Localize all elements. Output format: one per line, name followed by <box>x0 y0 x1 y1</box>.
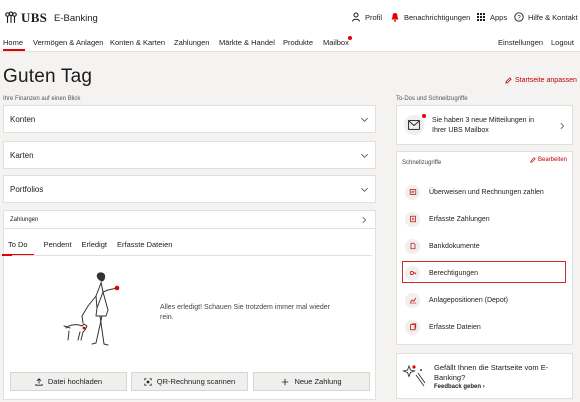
nav-payments[interactable]: Zahlungen <box>174 38 209 47</box>
payments-title: Zahlungen <box>10 217 39 223</box>
help-link[interactable]: ? Hilfe & Kontakt <box>514 12 578 22</box>
quick-link-bank-documents[interactable]: Bankdokumente <box>405 236 565 256</box>
quick-access-title: Schnellzugriffe <box>402 160 442 166</box>
ubs-keys-icon <box>5 11 17 23</box>
tab-pending[interactable]: Pendent <box>44 240 72 256</box>
unread-dot <box>422 114 426 118</box>
quick-link-label: Überweisen und Rechnungen zahlen <box>429 188 544 196</box>
selection-highlight <box>402 261 566 283</box>
bell-icon <box>391 13 399 22</box>
feedback-link-label: Feedback geben <box>434 384 482 390</box>
quick-link-positions[interactable]: Anlagepositionen (Depot) <box>405 290 565 310</box>
apps-link[interactable]: Apps <box>476 12 507 22</box>
question-circle-icon: ? <box>514 12 524 22</box>
mail-icon-wrapper <box>404 115 424 135</box>
qr-scan-icon <box>144 377 152 386</box>
grid-icon <box>477 13 485 21</box>
top-bar: UBS E-Banking Profil Benachrichtigungen … <box>0 0 580 52</box>
payments-icon-wrapper <box>405 211 420 227</box>
accounts-accordion[interactable]: Konten <box>3 105 376 133</box>
positions-icon-wrapper <box>405 292 420 308</box>
scan-qr-bill-label: QR-Rechnung scannen <box>156 377 236 386</box>
nav-accounts-cards[interactable]: Konten & Karten <box>110 38 165 47</box>
new-payment-button[interactable]: Neue Zahlung <box>253 372 370 391</box>
payments-header[interactable]: Zahlungen <box>4 211 375 229</box>
files-icon-wrapper <box>405 319 420 335</box>
edit-label: Bearbeiten <box>538 157 568 163</box>
transfer-icon-wrapper <box>405 184 420 200</box>
customize-startpage-link[interactable]: Startseite anpassen <box>505 77 577 84</box>
document-icon <box>410 242 415 250</box>
page-title: Guten Tag <box>3 66 93 87</box>
person-walking-dog-illustration <box>63 272 120 346</box>
feedback-question: Gefällt Ihnen die Startseite vom E-Banki… <box>434 363 549 382</box>
transfer-icon <box>409 189 416 195</box>
chevron-right-icon <box>560 122 565 130</box>
help-label: Hilfe & Kontakt <box>528 12 578 22</box>
notifications-label: Benachrichtigungen <box>404 12 471 22</box>
scan-qr-bill-button[interactable]: QR-Rechnung scannen <box>131 372 248 391</box>
quick-link-transfer[interactable]: Überweisen und Rechnungen zahlen <box>405 182 565 202</box>
chart-line-icon <box>409 297 416 304</box>
nav-settings[interactable]: Einstellungen <box>498 38 543 47</box>
accordion-label: Konten <box>10 115 36 124</box>
brand-name: UBS <box>21 10 48 25</box>
upload-file-label: Datei hochladen <box>47 377 103 386</box>
nav-assets[interactable]: Vermögen & Anlagen <box>33 38 103 47</box>
sparkle-illustration-icon <box>402 364 426 387</box>
upload-icon <box>35 377 43 386</box>
quick-link-label: Erfasste Zahlungen <box>429 215 490 223</box>
accordion-label: Portfolios <box>10 185 44 194</box>
tab-done[interactable]: Erledigt <box>82 240 107 256</box>
active-nav-indicator <box>3 49 25 51</box>
envelope-icon <box>408 120 420 130</box>
notifications-link[interactable]: Benachrichtigungen <box>390 12 470 22</box>
nav-home[interactable]: Home <box>3 38 23 47</box>
person-icon <box>352 12 360 22</box>
quick-link-captured-payments[interactable]: Erfasste Zahlungen <box>405 209 565 229</box>
chevron-right-icon <box>362 216 367 224</box>
customize-label: Startseite anpassen <box>515 77 577 84</box>
new-payment-label: Neue Zahlung <box>294 377 342 386</box>
cards-accordion[interactable]: Karten <box>3 141 376 169</box>
mailbox-badge-dot <box>348 36 352 40</box>
ubs-logo[interactable]: UBS <box>4 10 47 26</box>
documents-icon-wrapper <box>405 238 420 254</box>
mailbox-message: Sie haben 3 neue Mitteilungen in Ihrer U… <box>432 117 534 134</box>
quick-link-captured-files[interactable]: Erfasste Dateien <box>405 317 565 337</box>
todos-caption: To-Dos und Schnellzugriffe <box>396 96 468 102</box>
chevron-down-icon <box>361 117 368 122</box>
portfolios-accordion[interactable]: Portfolios <box>3 175 376 203</box>
profile-label: Profil <box>365 12 383 22</box>
accordion-label: Karten <box>10 151 34 160</box>
nav-logout[interactable]: Logout <box>551 38 574 47</box>
tab-todo[interactable]: To Do <box>2 240 34 256</box>
nav-mailbox[interactable]: Mailbox <box>323 38 349 47</box>
edit-quick-access-link[interactable]: Bearbeiten <box>530 157 567 163</box>
tab-files[interactable]: Erfasste Dateien <box>117 240 172 256</box>
payments-tabs: To Do Pendent Erledigt Erfasste Dateien <box>2 240 182 256</box>
chevron-down-icon <box>361 153 368 158</box>
tabs-divider <box>12 255 372 256</box>
feedback-link[interactable]: Feedback geben › <box>434 384 485 390</box>
upload-file-button[interactable]: Datei hochladen <box>10 372 127 391</box>
chevron-down-icon <box>361 187 368 192</box>
nav-products[interactable]: Produkte <box>283 38 313 47</box>
app-name: E-Banking <box>54 13 98 24</box>
profile-link[interactable]: Profil <box>351 12 382 22</box>
plus-icon <box>282 378 289 385</box>
quick-link-label: Anlagepositionen (Depot) <box>429 296 508 304</box>
file-stack-icon <box>409 323 416 331</box>
empty-state-message: Alles erledigt! Schauen Sie trotzdem imm… <box>160 304 331 321</box>
pencil-icon <box>530 157 536 163</box>
main-nav: Home Vermögen & Anlagen Konten & Karten … <box>0 36 580 52</box>
quick-link-label: Erfasste Dateien <box>429 323 481 331</box>
pencil-icon <box>505 77 512 84</box>
nav-markets[interactable]: Märkte & Handel <box>219 38 275 47</box>
quick-link-label: Bankdokumente <box>429 242 480 250</box>
document-list-icon <box>409 215 416 223</box>
apps-label: Apps <box>490 12 508 22</box>
finances-caption: Ihre Finanzen auf einen Blick <box>3 96 81 102</box>
chevron-right-icon: › <box>482 384 485 390</box>
